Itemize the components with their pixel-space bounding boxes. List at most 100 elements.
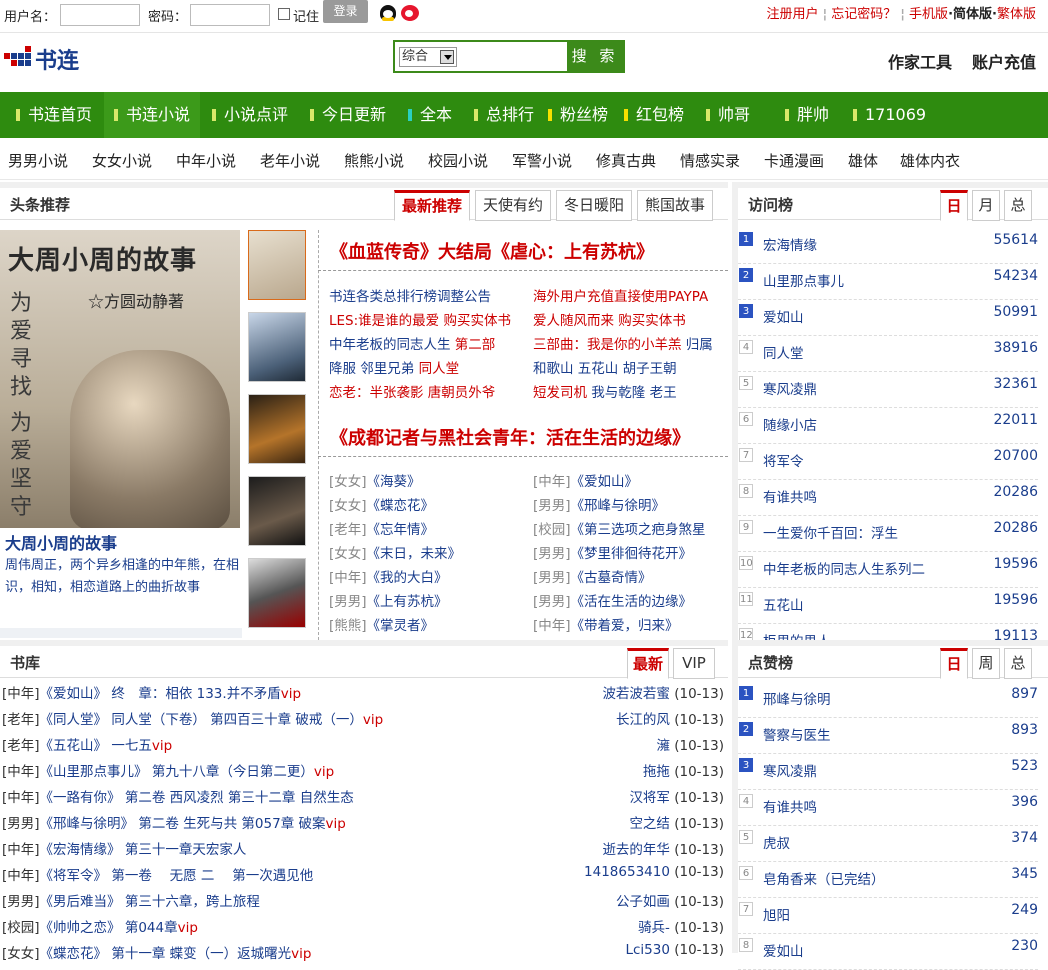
row-left: [中年]《将军令》 第一卷 无愿 二 第一次遇见他 [2, 864, 313, 884]
tab-likes-total[interactable]: 总 [1004, 648, 1032, 679]
row-book[interactable]: 《蝶恋花》 [40, 946, 108, 962]
rank-title[interactable]: 旭阳 [763, 904, 790, 924]
rank-title[interactable]: 宏海情缘 [763, 234, 817, 254]
list-item[interactable]: 6 皂角香来（已完结） 345 [738, 862, 1038, 898]
row-author[interactable]: 逝去的年华 [602, 842, 670, 858]
rank-number: 8 [739, 938, 753, 952]
table-row[interactable]: [中年]《宏海情缘》 第三十一章天宏家人 逝去的年华 (10-13) [0, 834, 728, 860]
tab-likes-day[interactable]: 日 [940, 648, 968, 679]
rank-title[interactable]: 五花山 [763, 594, 804, 614]
list-item[interactable]: 8 有谁共鸣 20286 [738, 480, 1038, 516]
row-author[interactable]: 汉将军 [629, 790, 670, 806]
table-row[interactable]: [男男]《男后难当》 第三十六章，跨上旅程 公子如画 (10-13) [0, 886, 728, 912]
row-chapter[interactable]: 第三十一章天宏家人 [121, 842, 247, 858]
list-item[interactable]: 5 虎叔 374 [738, 826, 1038, 862]
list-item[interactable]: 2 警察与医生 893 [738, 718, 1038, 754]
list-item[interactable]: 3 爱如山 50991 [738, 300, 1038, 336]
table-row[interactable]: [男男]《邢峰与徐明》 第二卷 生死与共 第057章 破案vip 空之结 (10-… [0, 808, 728, 834]
rank-title[interactable]: 有谁共鸣 [763, 486, 817, 506]
list-item[interactable]: 7 将军令 20700 [738, 444, 1038, 480]
table-row[interactable]: [老年]《五花山》 一七五vip 澭 (10-13) [0, 730, 728, 756]
row-book[interactable]: 《将军令》 [40, 868, 108, 884]
list-item[interactable]: 6 随缘小店 22011 [738, 408, 1038, 444]
rank-title[interactable]: 爱如山 [763, 940, 804, 960]
rank-title[interactable]: 寒风凌鼎 [763, 760, 817, 780]
row-author[interactable]: 空之结 [629, 816, 670, 832]
row-chapter[interactable]: 第十一章 蝶变（一）返城曙光 [107, 946, 291, 962]
table-row[interactable]: [中年]《一路有你》 第二卷 西风凌烈 第三十二章 自然生态 汉将军 (10-13… [0, 782, 728, 808]
row-author[interactable]: 澭 [656, 738, 670, 754]
row-chapter[interactable]: 第二卷 生死与共 第057章 破案 [134, 816, 325, 832]
row-right: 公子如画 (10-13) [616, 890, 724, 910]
list-item[interactable]: 9 一生爱你千百回：浮生 20286 [738, 516, 1038, 552]
row-book[interactable]: 《宏海情缘》 [40, 842, 121, 858]
list-item[interactable]: 4 同人堂 38916 [738, 336, 1038, 372]
row-chapter[interactable]: 终 章：相依 133.并不矛盾 [107, 686, 280, 702]
rank-title[interactable]: 随缘小店 [763, 414, 817, 434]
row-right: 1418653410 (10-13) [584, 864, 724, 880]
row-chapter[interactable]: 第九十八章（今日第二更） [148, 764, 314, 780]
rank-title[interactable]: 皂角香来（已完结） [763, 868, 885, 888]
table-row[interactable]: [中年]《爱如山》 终 章：相依 133.并不矛盾vip 波若波若蜜 (10-13… [0, 678, 728, 704]
row-book[interactable]: 《爱如山》 [40, 686, 108, 702]
row-author[interactable]: 拖拖 [643, 764, 670, 780]
rank-title[interactable]: 山里那点事儿 [763, 270, 844, 290]
rank-number: 4 [739, 340, 753, 354]
list-item[interactable]: 4 有谁共鸣 396 [738, 790, 1038, 826]
tab-likes-week[interactable]: 周 [972, 648, 1000, 679]
rank-title[interactable]: 一生爱你千百回：浮生 [763, 522, 898, 542]
row-book[interactable]: 《一路有你》 [40, 790, 121, 806]
row-chapter[interactable]: 同人堂（下卷） 第四百三十章 破戒（一） [107, 712, 363, 728]
list-item[interactable]: 1 邢峰与徐明 897 [738, 682, 1038, 718]
list-item[interactable]: 2 山里那点事儿 54234 [738, 264, 1038, 300]
row-book[interactable]: 《五花山》 [40, 738, 108, 754]
rank-title[interactable]: 同人堂 [763, 342, 804, 362]
row-right: 澭 (10-13) [656, 734, 724, 754]
rank-title[interactable]: 中年老板的同志人生系列二 [763, 558, 925, 578]
row-right: 波若波若蜜 (10-13) [602, 682, 724, 702]
row-book[interactable]: 《同人堂》 [40, 712, 108, 728]
rank-title[interactable]: 寒风凌鼎 [763, 378, 817, 398]
rank-count: 55614 [993, 232, 1038, 248]
row-book[interactable]: 《邢峰与徐明》 [40, 816, 135, 832]
row-author[interactable]: Lci530 [625, 942, 669, 958]
row-book[interactable]: 《男后难当》 [40, 894, 121, 910]
row-chapter[interactable]: 第044章 [121, 920, 178, 936]
rank-title[interactable]: 有谁共鸣 [763, 796, 817, 816]
list-item[interactable]: 5 寒风凌鼎 32361 [738, 372, 1038, 408]
row-author[interactable]: 波若波若蜜 [602, 686, 670, 702]
list-item[interactable]: 11 五花山 19596 [738, 588, 1038, 624]
row-author[interactable]: 1418653410 [584, 864, 670, 880]
rank-title[interactable]: 警察与医生 [763, 724, 831, 744]
row-book[interactable]: 《帅帅之恋》 [40, 920, 121, 936]
tab-library-vip[interactable]: VIP [673, 648, 715, 679]
row-right: 长江的风 (10-13) [616, 708, 724, 728]
rank-count: 54234 [993, 268, 1038, 284]
tab-library-latest[interactable]: 最新 [627, 648, 669, 679]
row-chapter[interactable]: 第一卷 无愿 二 第一次遇见他 [107, 868, 313, 884]
rank-title[interactable]: 爱如山 [763, 306, 804, 326]
rank-title[interactable]: 邢峰与徐明 [763, 688, 831, 708]
row-book[interactable]: 《山里那点事儿》 [40, 764, 148, 780]
row-author[interactable]: 骑兵- [638, 920, 670, 936]
rank-title[interactable]: 虎叔 [763, 832, 790, 852]
row-category: [女女] [2, 946, 40, 962]
rank-count: 345 [1011, 866, 1038, 882]
list-item[interactable]: 1 宏海情缘 55614 [738, 228, 1038, 264]
list-item[interactable]: 8 爱如山 230 [738, 934, 1038, 970]
row-author[interactable]: 公子如画 [616, 894, 670, 910]
row-chapter[interactable]: 一七五 [107, 738, 152, 754]
list-item[interactable]: 3 寒风凌鼎 523 [738, 754, 1038, 790]
row-chapter[interactable]: 第二卷 西风凌烈 第三十二章 自然生态 [121, 790, 354, 806]
list-item[interactable]: 7 旭阳 249 [738, 898, 1038, 934]
table-row[interactable]: [校园]《帅帅之恋》 第044章vip 骑兵- (10-13) [0, 912, 728, 938]
list-item[interactable]: 10 中年老板的同志人生系列二 19596 [738, 552, 1038, 588]
row-author[interactable]: 长江的风 [616, 712, 670, 728]
table-row[interactable]: [女女]《蝶恋花》 第十一章 蝶变（一）返城曙光vip Lci530 (10-13… [0, 938, 728, 964]
table-row[interactable]: [老年]《同人堂》 同人堂（下卷） 第四百三十章 破戒（一）vip 长江的风 (1… [0, 704, 728, 730]
rank-title[interactable]: 将军令 [763, 450, 804, 470]
table-row[interactable]: [中年]《将军令》 第一卷 无愿 二 第一次遇见他 1418653410 (10-… [0, 860, 728, 886]
vip-badge: vip [313, 764, 335, 780]
row-chapter[interactable]: 第三十六章，跨上旅程 [121, 894, 260, 910]
table-row[interactable]: [中年]《山里那点事儿》 第九十八章（今日第二更）vip 拖拖 (10-13) [0, 756, 728, 782]
